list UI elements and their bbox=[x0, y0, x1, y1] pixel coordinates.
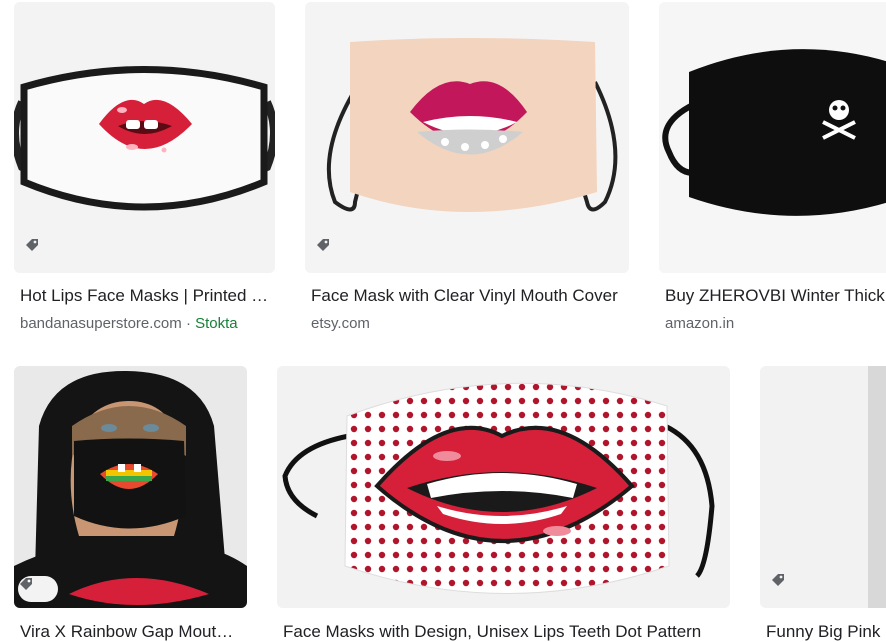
result-title[interactable]: Hot Lips Face Masks | Printed Face Masks bbox=[20, 286, 272, 306]
result-title[interactable]: Face Mask with Clear Vinyl Mouth Cover bbox=[311, 286, 623, 306]
result-image-5[interactable] bbox=[277, 366, 730, 608]
stock-status: Stokta bbox=[195, 315, 238, 332]
result-source[interactable]: etsy.com bbox=[311, 315, 370, 332]
result-title[interactable]: Vira X Rainbow Gap Mouth Mask bbox=[20, 622, 240, 642]
source-domain: bandanasuperstore.com bbox=[20, 315, 182, 332]
result-title[interactable]: Buy ZHEROVBI Winter Thick bbox=[665, 286, 886, 306]
result-source[interactable]: amazon.in bbox=[665, 315, 734, 332]
price-tag-badge bbox=[18, 576, 58, 602]
price-tag-icon bbox=[772, 574, 784, 586]
price-tag-icon bbox=[20, 578, 32, 590]
price-tag-icon bbox=[26, 239, 38, 251]
price-tag-badge bbox=[770, 572, 796, 598]
price-tag-icon bbox=[317, 239, 329, 251]
result-image-3[interactable] bbox=[659, 2, 886, 273]
result-source[interactable]: bandanasuperstore.com · Stokta bbox=[20, 315, 238, 332]
price-tag-badge bbox=[24, 237, 50, 263]
result-title[interactable]: Funny Big Pink bbox=[766, 622, 886, 642]
result-image-1[interactable] bbox=[14, 2, 275, 273]
result-image-6[interactable] bbox=[760, 366, 886, 608]
result-image-4[interactable] bbox=[14, 366, 247, 608]
price-tag-badge bbox=[315, 237, 341, 263]
result-title[interactable]: Face Masks with Design, Unisex Lips Teet… bbox=[283, 622, 723, 642]
source-separator: · bbox=[181, 315, 196, 332]
result-image-2[interactable] bbox=[305, 2, 629, 273]
